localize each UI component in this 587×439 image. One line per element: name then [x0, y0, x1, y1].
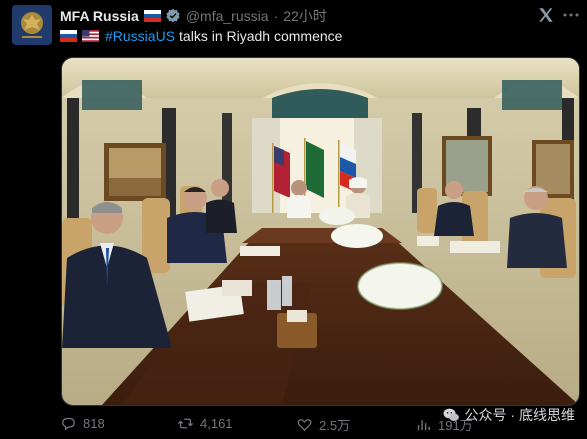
coat-of-arms-icon [12, 5, 52, 45]
tweet[interactable]: MFA Russia @mfa_russia · 22小时 #RussiaUS … [0, 0, 587, 439]
more-icon[interactable] [563, 12, 579, 18]
tweet-body: talks in Riyadh commence [179, 28, 343, 44]
like-button[interactable]: 2.5万 [296, 415, 350, 434]
repost-count: 4,161 [200, 416, 233, 431]
verified-icon [166, 8, 180, 23]
x-logo-icon[interactable] [537, 6, 555, 24]
like-count: 2.5万 [319, 418, 351, 433]
russia-flag-icon [60, 30, 77, 42]
hashtag-link[interactable]: #RussiaUS [105, 28, 175, 44]
like-icon [297, 419, 312, 432]
usa-flag-icon [82, 30, 99, 42]
repost-icon [177, 418, 194, 429]
tweet-header: MFA Russia @mfa_russia · 22小时 [60, 6, 527, 26]
tweet-text: #RussiaUS talks in Riyadh commence [60, 28, 575, 44]
separator: · [273, 8, 279, 24]
tweet-photo[interactable] [61, 57, 580, 406]
watermark: 公众号 · 底线思维 [442, 405, 575, 425]
reply-count: 818 [83, 416, 105, 431]
timestamp[interactable]: 22小时 [283, 6, 327, 26]
wechat-icon [443, 408, 459, 421]
repost-button[interactable]: 4,161 [177, 415, 233, 432]
author-handle[interactable]: @mfa_russia [186, 8, 269, 24]
author-name[interactable]: MFA Russia [60, 8, 139, 24]
meeting-room-photo [62, 58, 579, 405]
watermark-text: 公众号 · 底线思维 [464, 407, 575, 423]
reply-icon [62, 417, 75, 431]
reply-button[interactable]: 818 [60, 415, 105, 432]
views-icon [417, 420, 430, 431]
russia-flag-icon [143, 10, 161, 22]
avatar[interactable] [12, 5, 52, 45]
